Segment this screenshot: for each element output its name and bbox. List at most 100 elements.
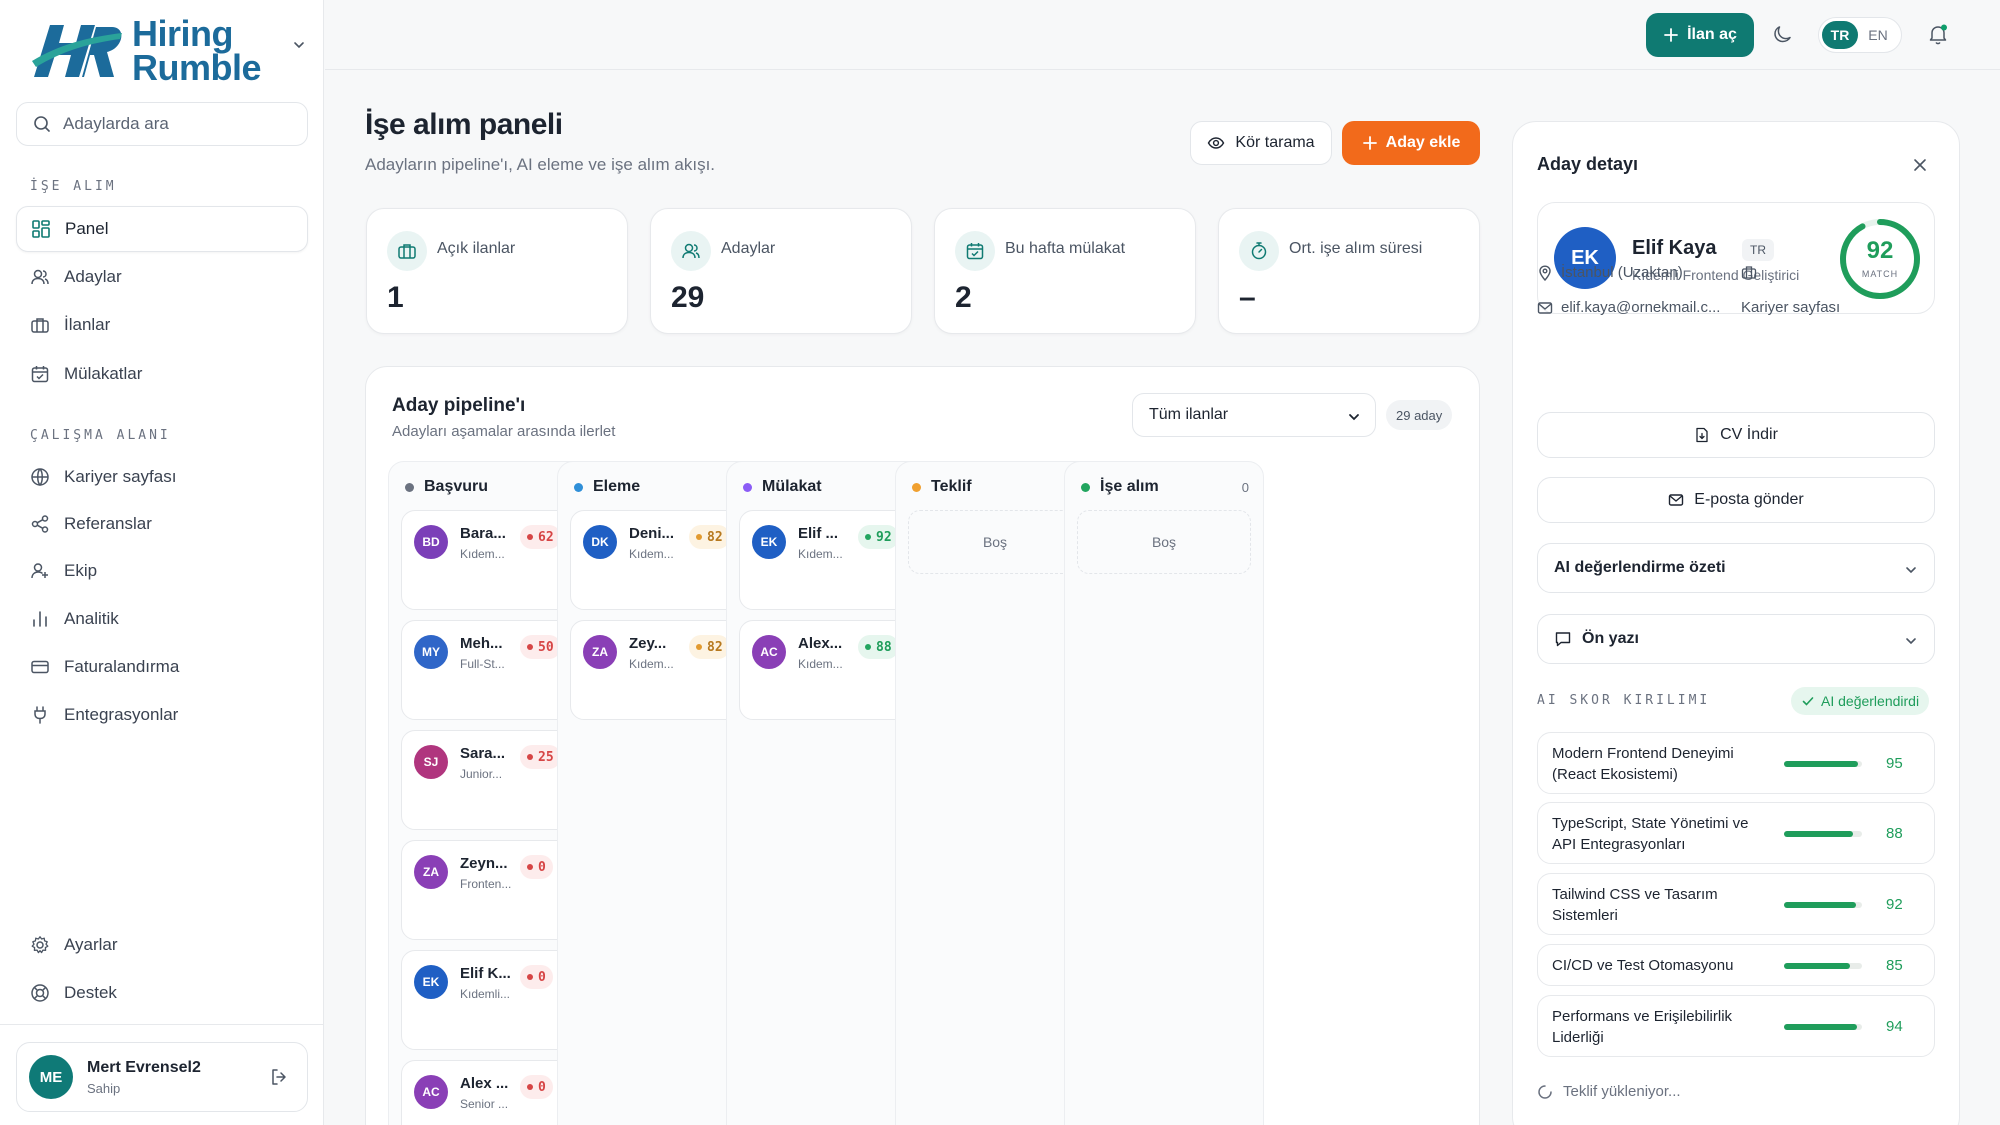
candidate-card[interactable]: AC Alex ... Senior ... 0 [401,1060,575,1125]
candidate-name: Elif K... [460,965,511,982]
brand-logo[interactable]: Hiring Rumble [28,14,278,88]
bell-icon[interactable] [1926,22,1950,51]
candidate-summary-card: EK Elif Kaya TR Kıdemli Frontend Gelişti… [1537,202,1935,314]
score-badge: 82 [689,635,730,659]
skill-progress-bar [1784,902,1862,908]
skill-score: 92 [1886,896,1903,913]
column-title: Eleme [593,478,641,495]
moon-icon[interactable] [1772,24,1794,51]
candidate-role: Kıdem... [798,547,843,561]
plus-icon [1664,28,1678,42]
sidebar-item-label: Analitik [64,609,119,628]
pipeline-column: İşe alım 0 Boş [1064,461,1264,1125]
add-candidate-label: Aday ekle [1385,134,1461,151]
page-subtitle: Adayların pipeline'ı, AI eleme ve işe al… [365,155,716,174]
job-filter-select[interactable]: Tüm ilanlar [1132,393,1376,437]
score-value: 62 [538,529,554,545]
skill-name: TypeScript, State Yönetimi ve API Entegr… [1552,815,1749,853]
globe-icon [31,468,49,487]
avatar: AC [414,1075,448,1109]
map-pin-icon [1539,264,1551,281]
sidebar-item-integrations[interactable]: Entegrasyonlar [16,692,308,738]
lifebuoy-icon [31,984,49,1002]
new-job-button[interactable]: İlan aç [1646,13,1754,57]
column-header: Eleme2 [574,476,742,498]
lang-tr-button[interactable]: TR [1822,21,1858,49]
stat-label: Adaylar [721,240,776,257]
cover-letter-accordion[interactable]: Ön yazı [1537,614,1935,664]
sidebar-item-interviews[interactable]: Mülakatlar [16,351,308,397]
column-title: Mülakat [762,478,822,495]
sidebar-item-analytics[interactable]: Analitik [16,596,308,642]
stat-label: Bu hafta mülakat [1005,240,1126,257]
calendar-icon [31,366,49,383]
candidate-card[interactable]: ZA Zey... Kıdem... 82 [570,620,744,720]
add-candidate-button[interactable]: Aday ekle [1342,121,1480,165]
skill-score-row: CI/CD ve Test Otomasyonu 85 [1537,944,1935,986]
lang-en-button[interactable]: EN [1858,27,1898,43]
candidate-card[interactable]: EK Elif ... Kıdem... 92 [739,510,913,610]
sidebar: Hiring Rumble Adaylarda ara İŞE ALIM Pan… [0,0,324,1125]
candidate-card[interactable]: ZA Zeyn... Fronten... 0 [401,840,575,940]
mail-icon [1537,301,1553,314]
match-score-label: MATCH [1861,269,1899,279]
send-email-button[interactable]: E-posta gönder [1537,477,1935,523]
sidebar-item-team[interactable]: Ekip [16,548,308,594]
column-title: İşe alım [1100,478,1159,495]
stage-dot [743,482,752,492]
language-badge: TR [1742,239,1774,261]
avatar: ME [29,1055,73,1099]
avatar: ZA [583,635,617,669]
candidate-card[interactable]: AC Alex... Kıdem... 88 [739,620,913,720]
blind-screening-button[interactable]: Kör tarama [1190,121,1332,165]
ai-evaluated-badge: AI değerlendirdi [1791,687,1930,715]
sidebar-item-panel[interactable]: Panel [16,206,308,252]
empty-column-placeholder: Boş [1077,510,1251,574]
search-input[interactable]: Adaylarda ara [16,102,308,146]
briefcase-icon [1741,264,1765,280]
language-switcher[interactable]: TR EN [1818,17,1902,53]
plus-icon [1362,136,1377,150]
sidebar-item-candidates[interactable]: Adaylar [16,254,308,300]
candidate-email[interactable]: elif.kaya@ornekmail.c... [1537,299,1720,316]
skill-name: Modern Frontend Deneyimi (React Ekosiste… [1552,745,1734,783]
stat-value: 1 [387,281,404,314]
column-header: İşe alım 0 [1081,476,1249,498]
cv-download-button[interactable]: CV İndir [1537,412,1935,458]
match-score-value: 92 [1866,237,1894,264]
candidate-card[interactable]: DK Deni... Kıdem... 82 [570,510,744,610]
sidebar-item-label: Referanslar [64,514,152,533]
sidebar-item-jobs[interactable]: İlanlar [16,302,308,348]
logout-icon[interactable] [269,1067,289,1092]
close-icon[interactable] [1911,156,1929,179]
score-dot [865,534,871,540]
sidebar-item-billing[interactable]: Faturalandırma [16,644,308,690]
score-badge: 62 [520,525,561,549]
stat-label: Açık ilanlar [437,240,516,257]
ai-summary-accordion[interactable]: AI değerlendirme özeti [1537,543,1935,593]
sidebar-item-support[interactable]: Destek [16,970,308,1016]
score-badge: 92 [858,525,899,549]
avatar: BD [414,525,448,559]
candidate-card[interactable]: SJ Sara... Junior... 25 [401,730,575,830]
score-dot [527,974,533,980]
sidebar-item-career-page[interactable]: Kariyer sayfası [16,454,308,500]
score-badge: 0 [520,855,553,879]
sidebar-item-referrals[interactable]: Referanslar [16,501,308,547]
candidate-card[interactable]: MY Meh... Full-St... 50 [401,620,575,720]
sidebar-item-settings[interactable]: Ayarlar [16,922,308,968]
column-title: Başvuru [424,478,489,495]
candidate-card[interactable]: EK Elif K... Kıdemli... 0 [401,950,575,1050]
chevron-down-icon[interactable] [292,38,306,57]
stat-label: Ort. işe alım süresi [1289,240,1423,257]
sidebar-divider [0,1024,324,1025]
stat-card-avg-hire-time: Ort. işe alım süresi – [1218,208,1480,334]
score-dot [527,754,533,760]
user-card[interactable]: ME Mert Evrensel2 Sahip [16,1042,308,1112]
offer-loading: Teklif yükleniyor... [1537,1083,1681,1100]
plug-icon [34,706,46,724]
search-icon [34,116,50,132]
users-icon [671,231,711,271]
brand-line1: Hiring [132,13,234,54]
candidate-card[interactable]: BD Bara... Kıdem... 62 [401,510,575,610]
